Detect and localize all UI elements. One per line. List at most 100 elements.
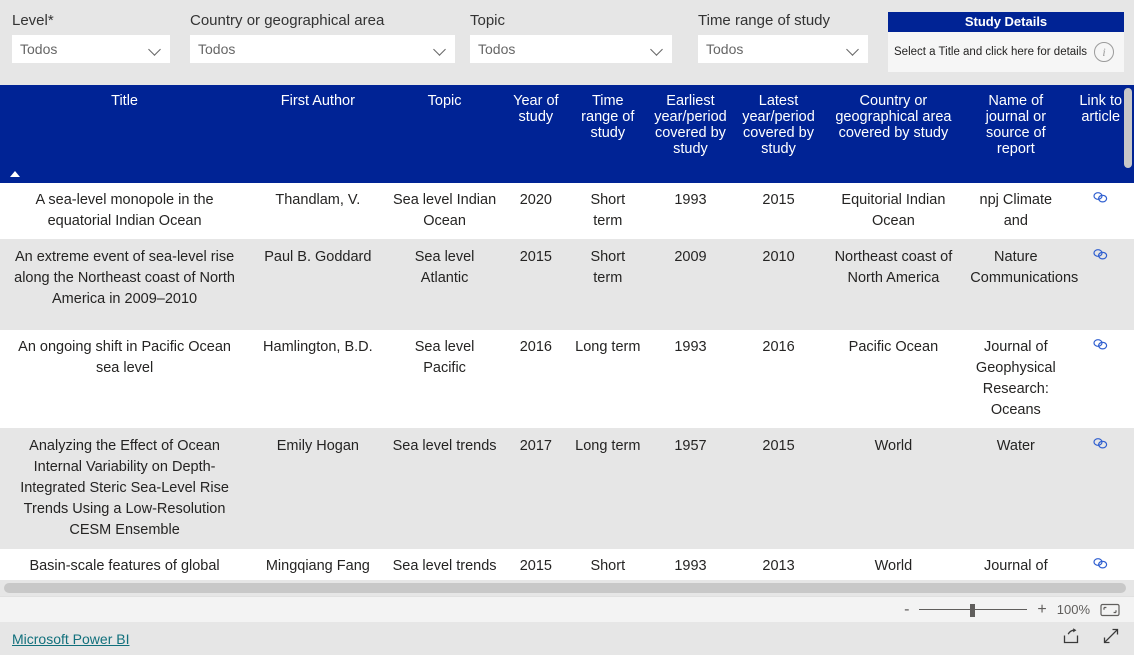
cell-link[interactable] <box>1067 428 1134 549</box>
zoom-bar: - + 100% <box>0 596 1134 622</box>
cell-country: World <box>822 428 965 549</box>
cell-journal: Journal of <box>964 548 1068 580</box>
chevron-down-icon <box>433 42 447 56</box>
table-vertical-scrollbar[interactable] <box>1124 88 1132 168</box>
cell-country: Northeast coast of North America <box>822 239 965 330</box>
powerbi-brand-link[interactable]: Microsoft Power BI <box>12 631 129 647</box>
fullscreen-icon[interactable] <box>1102 627 1120 650</box>
fit-to-page-icon[interactable] <box>1100 603 1120 617</box>
cell-topic: Sea level Pacific <box>386 329 503 429</box>
study-details-hint: Select a Title and click here for detail… <box>894 46 1088 58</box>
cell-first-author: Hamlington, B.D. <box>249 329 387 429</box>
studies-table-container: Title First Author Topic Year of study T… <box>0 85 1134 580</box>
zoom-out-button[interactable]: - <box>904 601 909 618</box>
cell-topic: Sea level Indian Ocean <box>386 183 503 240</box>
table-row[interactable]: A sea-level monopole in the equatorial I… <box>0 183 1134 240</box>
share-icon[interactable] <box>1062 627 1080 650</box>
cell-link[interactable] <box>1067 548 1134 580</box>
link-icon[interactable] <box>1092 557 1109 570</box>
cell-year-of-study: 2016 <box>502 329 570 429</box>
slicer-time-range-dropdown[interactable]: Todos <box>698 35 868 63</box>
cell-link[interactable] <box>1067 329 1134 429</box>
cell-country: Pacific Ocean <box>822 329 965 429</box>
column-header-country[interactable]: Country or geographical area covered by … <box>822 85 965 183</box>
cell-time-range: Short term <box>569 239 647 330</box>
filter-bar: Level* Todos Country or geographical are… <box>0 0 1134 85</box>
table-row[interactable]: Basin-scale features of global Mingqiang… <box>0 548 1134 580</box>
studies-table: Title First Author Topic Year of study T… <box>0 85 1134 580</box>
slicer-level-dropdown[interactable]: Todos <box>12 35 170 63</box>
cell-title[interactable]: An ongoing shift in Pacific Ocean sea le… <box>0 329 250 429</box>
slicer-topic-value: Todos <box>478 41 516 57</box>
table-horizontal-scrollbar-thumb[interactable] <box>4 583 1126 593</box>
table-row[interactable]: Analyzing the Effect of Ocean Internal V… <box>0 428 1134 549</box>
slicer-country: Country or geographical area Todos <box>190 12 455 63</box>
cell-title[interactable]: An extreme event of sea-level rise along… <box>0 239 250 330</box>
cell-topic: Sea level Atlantic <box>386 239 503 330</box>
column-header-title[interactable]: Title <box>0 85 250 183</box>
slicer-topic-label: Topic <box>470 12 506 29</box>
cell-latest-year: 2016 <box>734 329 823 429</box>
cell-link[interactable] <box>1067 183 1134 240</box>
chevron-down-icon <box>650 42 664 56</box>
cell-time-range: Short term <box>569 183 647 240</box>
slicer-topic-dropdown[interactable]: Todos <box>470 35 672 63</box>
slicer-level-label: Level* <box>12 12 54 29</box>
cell-first-author: Thandlam, V. <box>249 183 387 240</box>
cell-first-author: Emily Hogan <box>249 428 387 549</box>
chevron-down-icon <box>846 42 860 56</box>
slicer-time-range: Time range of study Todos <box>698 12 868 63</box>
cell-latest-year: 2015 <box>734 183 823 240</box>
slicer-country-value: Todos <box>198 41 236 57</box>
slicer-topic: Topic Todos <box>470 12 672 63</box>
cell-earliest-year: 1993 <box>646 183 735 240</box>
cell-earliest-year: 2009 <box>646 239 735 330</box>
study-details-title: Study Details <box>888 12 1124 32</box>
column-header-first-author[interactable]: First Author <box>249 85 387 183</box>
zoom-in-button[interactable]: + <box>1037 601 1046 618</box>
cell-first-author: Paul B. Goddard <box>249 239 387 330</box>
chevron-down-icon <box>148 42 162 56</box>
zoom-slider-handle[interactable] <box>970 603 976 617</box>
column-header-topic[interactable]: Topic <box>386 85 503 183</box>
link-icon[interactable] <box>1092 437 1109 450</box>
study-details-body[interactable]: Select a Title and click here for detail… <box>888 32 1124 72</box>
link-icon[interactable] <box>1092 191 1109 204</box>
column-header-latest-year[interactable]: Latest year/period covered by study <box>734 85 823 183</box>
link-icon[interactable] <box>1092 338 1109 351</box>
cell-year-of-study: 2020 <box>502 183 570 240</box>
cell-journal: Journal of Geophysical Research: Oceans <box>964 329 1068 429</box>
cell-title[interactable]: A sea-level monopole in the equatorial I… <box>0 183 250 240</box>
cell-first-author: Mingqiang Fang <box>249 548 387 580</box>
column-header-time-range[interactable]: Time range of study <box>569 85 647 183</box>
info-icon[interactable]: i <box>1094 42 1114 62</box>
cell-year-of-study: 2015 <box>502 239 570 330</box>
table-body: A sea-level monopole in the equatorial I… <box>0 183 1134 580</box>
slicer-time-range-value: Todos <box>706 41 744 57</box>
link-icon[interactable] <box>1092 248 1109 261</box>
cell-earliest-year: 1993 <box>646 548 735 580</box>
cell-topic: Sea level trends <box>386 548 503 580</box>
zoom-level-label: 100% <box>1056 602 1090 617</box>
slicer-level: Level* Todos <box>12 12 170 63</box>
table-row[interactable]: An extreme event of sea-level rise along… <box>0 239 1134 330</box>
study-details-card[interactable]: Study Details Select a Title and click h… <box>888 12 1124 72</box>
zoom-slider[interactable] <box>919 603 1028 617</box>
slicer-level-value: Todos <box>20 41 58 57</box>
table-row[interactable]: An ongoing shift in Pacific Ocean sea le… <box>0 329 1134 429</box>
cell-journal: Nature Communications <box>964 239 1078 330</box>
powerbi-report: Level* Todos Country or geographical are… <box>0 0 1134 655</box>
cell-time-range: Long term <box>569 329 647 429</box>
cell-year-of-study: 2015 <box>502 548 570 580</box>
cell-title[interactable]: Analyzing the Effect of Ocean Internal V… <box>0 428 250 549</box>
column-header-year-of-study[interactable]: Year of study <box>502 85 570 183</box>
slicer-country-label: Country or geographical area <box>190 12 385 29</box>
cell-time-range: Short <box>569 548 647 580</box>
column-header-earliest-year[interactable]: Earliest year/period covered by study <box>646 85 735 183</box>
cell-latest-year: 2013 <box>734 548 823 580</box>
cell-country: Equitorial Indian Ocean <box>822 183 965 240</box>
slicer-country-dropdown[interactable]: Todos <box>190 35 455 63</box>
cell-earliest-year: 1957 <box>646 428 735 549</box>
cell-title[interactable]: Basin-scale features of global <box>0 548 250 580</box>
column-header-journal[interactable]: Name of journal or source of report <box>964 85 1068 183</box>
